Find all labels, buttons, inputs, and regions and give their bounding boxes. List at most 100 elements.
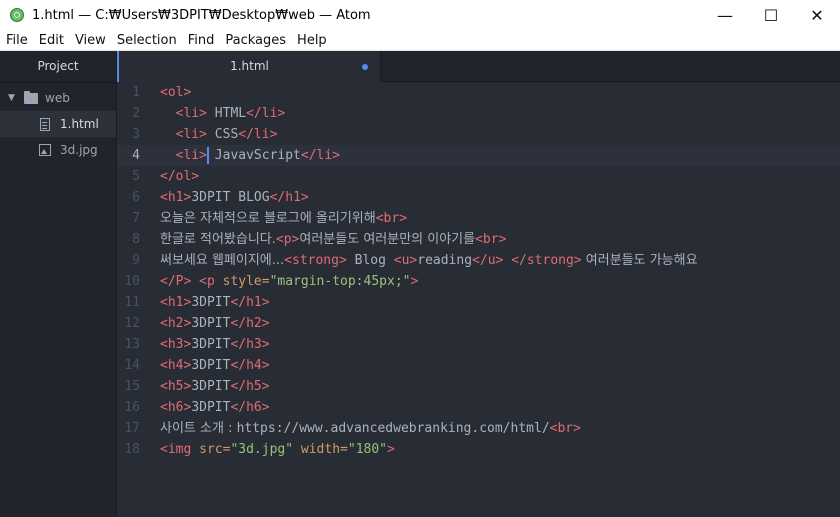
code-token: HTML (206, 106, 247, 121)
code-text: 오늘은 자체적으로 블로그에 올리기위해<br> (160, 208, 407, 229)
maximize-button[interactable]: ☐ (748, 0, 794, 30)
chevron-down-icon[interactable]: ▼ (8, 93, 18, 103)
code-line[interactable]: 15 <h5>3DPIT</h5> (117, 376, 840, 397)
code-token: 한글로 적어봤습니다. (160, 232, 276, 247)
code-token: > (387, 442, 395, 457)
code-line[interactable]: 10 </P> <p style="margin-top:45px;"> (117, 271, 840, 292)
minimize-button[interactable]: — (702, 0, 748, 30)
menu-view[interactable]: View (69, 33, 111, 48)
code-token: <br> (475, 232, 507, 247)
code-token: <p> (275, 232, 300, 247)
code-token: 사이트 소개 : (160, 421, 237, 436)
code-line[interactable]: 11 <h1>3DPIT</h1> (117, 292, 840, 313)
code-line[interactable]: 14 <h4>3DPIT</h4> (117, 355, 840, 376)
file-label: 3d.jpg (60, 143, 98, 157)
code-editor[interactable]: 1 <ol> 2 <li> HTML</li> 3 <li> CSS</li> 4 <l… (117, 82, 840, 517)
code-line[interactable]: 4 <li> JavavScript</li> (117, 145, 840, 166)
code-line[interactable]: 12 <h2>3DPIT</h2> (117, 313, 840, 334)
code-token: </u> (472, 253, 504, 268)
line-number: 1 (132, 85, 140, 100)
code-token: <br> (375, 211, 408, 226)
code-line[interactable]: 1 <ol> (117, 82, 840, 103)
code-line[interactable]: 2 <li> HTML</li> (117, 103, 840, 124)
menu-packages[interactable]: Packages (219, 33, 291, 48)
line-number: 13 (124, 337, 140, 352)
tab-bar: 1.html (117, 51, 840, 82)
file-item-1-html[interactable]: 1.html (0, 111, 116, 137)
code-token: <ol> (160, 85, 192, 100)
code-token: </li> (238, 127, 278, 142)
line-number: 14 (124, 358, 140, 373)
code-token: <h2> (160, 316, 192, 331)
code-line[interactable]: 8 한글로 적어봤습니다.<p>여러분들도 여러분만의 이야기를<br> (117, 229, 840, 250)
code-line[interactable]: 18 <img src="3d.jpg" width="180"> (117, 439, 840, 460)
code-token: CSS (206, 127, 239, 142)
line-number: 9 (132, 253, 140, 268)
line-number: 11 (124, 295, 140, 310)
title-bar: 1.html — C:₩Users₩3DPIT₩Desktop₩web — At… (0, 0, 840, 30)
code-text: 사이트 소개 : https://www.advancedwebranking.… (160, 418, 581, 439)
code-token: width= (293, 442, 348, 457)
line-number: 8 (132, 232, 140, 247)
line-number: 10 (124, 274, 140, 289)
folder-label: web (45, 91, 70, 105)
code-text: 한글로 적어봤습니다.<p>여러분들도 여러분만의 이야기를<br> (160, 229, 506, 250)
window-title: 1.html — C:₩Users₩3DPIT₩Desktop₩web — At… (32, 7, 371, 23)
code-line[interactable]: 17 사이트 소개 : https://www.advancedwebrankin… (117, 418, 840, 439)
code-token: <h4> (160, 358, 192, 373)
code-token: 3DPIT BLOG (191, 190, 270, 205)
code-token: </h3> (230, 337, 270, 352)
modified-indicator-icon[interactable] (362, 64, 368, 70)
file-text-icon (40, 117, 50, 131)
code-line[interactable]: 16 <h6>3DPIT</h6> (117, 397, 840, 418)
line-number: 6 (132, 190, 140, 205)
code-line[interactable]: 5 </ol> (117, 166, 840, 187)
code-token: Blog (346, 253, 394, 268)
menu-bar: File Edit View Selection Find Packages H… (0, 30, 840, 51)
menu-find[interactable]: Find (182, 33, 220, 48)
menu-help[interactable]: Help (291, 33, 332, 48)
tab-label: 1.html (230, 59, 269, 73)
folder-web[interactable]: ▼ web (0, 85, 116, 111)
code-line[interactable]: 13 <h3>3DPIT</h3> (117, 334, 840, 355)
code-token: 여러분들도 여러분만의 이야기를 (299, 232, 476, 247)
line-number: 3 (132, 127, 140, 142)
close-button[interactable]: ✕ (794, 0, 840, 30)
code-line[interactable]: 3 <li> CSS</li> (117, 124, 840, 145)
code-token: <h1> (160, 190, 192, 205)
file-item-3d-jpg[interactable]: 3d.jpg (0, 137, 116, 163)
code-line[interactable]: 7 오늘은 자체적으로 블로그에 올리기위해<br> (117, 208, 840, 229)
code-token: <strong> (284, 253, 347, 268)
code-text: <li> JavavScript</li> (160, 145, 340, 166)
menu-file[interactable]: File (0, 33, 33, 48)
atom-logo-icon (10, 8, 24, 22)
menu-edit[interactable]: Edit (33, 33, 69, 48)
line-number: 7 (132, 211, 140, 226)
code-text: <h1>3DPIT BLOG</h1> (160, 187, 309, 208)
code-token: 여러분들도 가능해요 (581, 253, 698, 268)
project-tab[interactable]: Project (0, 51, 116, 83)
code-text: <h3>3DPIT</h3> (160, 334, 270, 355)
code-token: <u> (393, 253, 418, 268)
code-token: <li> (175, 127, 207, 142)
menu-selection[interactable]: Selection (111, 33, 182, 48)
code-token: <h3> (160, 337, 192, 352)
code-line[interactable]: 6 <h1>3DPIT BLOG</h1> (117, 187, 840, 208)
code-line[interactable]: 9 써보세요 웹페이지에...<strong> Blog <u>reading</… (117, 250, 840, 271)
code-text: <ol> (160, 82, 191, 103)
code-token: reading (417, 253, 473, 268)
code-token: </h1> (230, 295, 270, 310)
code-token: > (410, 274, 419, 289)
code-token: </h5> (230, 379, 270, 394)
code-text: <img src="3d.jpg" width="180"> (160, 439, 395, 460)
line-number: 2 (132, 106, 140, 121)
code-token: </strong> (511, 253, 582, 268)
line-number: 16 (124, 400, 140, 415)
code-token: </ol> (160, 169, 200, 184)
tab-1-html[interactable]: 1.html (117, 51, 381, 82)
